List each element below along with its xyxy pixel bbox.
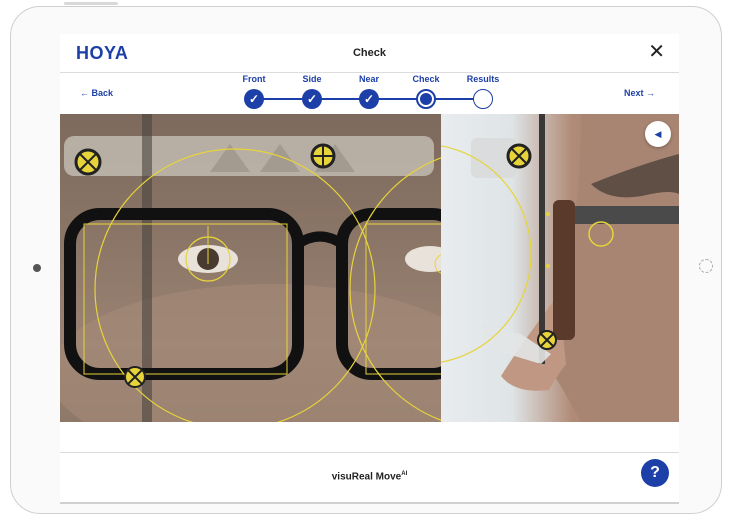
camera-icon <box>33 264 41 272</box>
check-icon: ✓ <box>363 92 375 106</box>
footer-divider <box>60 452 679 453</box>
page-title: Check <box>352 47 387 59</box>
back-button[interactable]: ← Back <box>80 88 113 98</box>
filled-dot-icon <box>420 93 432 105</box>
home-button[interactable] <box>699 259 713 273</box>
help-icon: ? <box>650 464 660 481</box>
progress-stepper: Front ✓ Side ✓ Near ✓ Check Results <box>230 72 520 114</box>
step-front[interactable]: ✓ <box>244 89 264 109</box>
play-icon[interactable]: ◀ <box>645 121 671 147</box>
step-results[interactable] <box>473 89 493 109</box>
step-check[interactable] <box>416 89 436 109</box>
next-button[interactable]: Next → <box>624 88 655 98</box>
check-icon: ✓ <box>306 92 318 106</box>
check-icon: ✓ <box>248 92 260 106</box>
step-label-front: Front <box>242 74 266 84</box>
step-side[interactable]: ✓ <box>302 89 322 109</box>
app-screen: HOYA Check ✕ ← Back Next → Front ✓ Side … <box>60 34 679 504</box>
step-label-side: Side <box>302 74 322 84</box>
side-face-photo[interactable]: ◀ <box>441 114 679 422</box>
step-label-near: Near <box>358 74 379 84</box>
product-name: visuReal MoveAI <box>60 471 679 482</box>
front-face-photo[interactable] <box>60 114 441 422</box>
step-label-results: Results <box>466 74 500 84</box>
play-symbol: ◀ <box>654 128 662 139</box>
step-near[interactable]: ✓ <box>359 89 379 109</box>
tablet-button <box>64 2 118 5</box>
help-button[interactable]: ? <box>641 459 669 487</box>
close-icon[interactable]: ✕ <box>648 42 665 62</box>
product-name-superscript: AI <box>401 471 408 477</box>
product-name-text: visuReal Move <box>331 471 402 483</box>
step-label-check: Check <box>412 74 440 84</box>
